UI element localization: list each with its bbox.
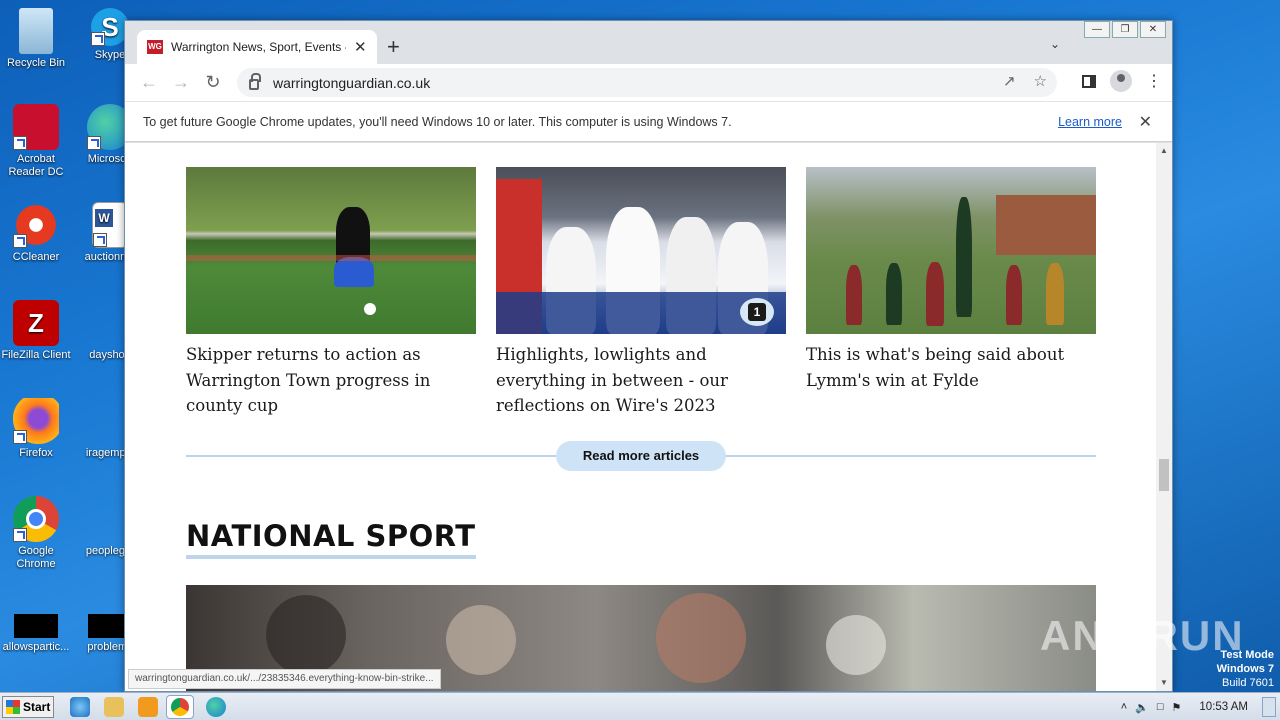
reload-button[interactable]: ↻ [197,72,229,93]
learn-more-link[interactable]: Learn more [1058,115,1122,129]
scroll-thumb[interactable] [1159,459,1169,491]
action-center-flag-icon[interactable]: ⚑ [1172,701,1182,714]
update-infobar: To get future Google Chrome updates, you… [125,101,1172,142]
scroll-up-arrow-icon[interactable]: ▲ [1156,143,1172,159]
bookmark-star-icon[interactable]: ☆ [1034,72,1047,90]
chrome-taskbar-icon[interactable] [166,695,194,719]
show-desktop-button[interactable] [1262,697,1276,717]
browser-window: — ❐ ✕ WG Warrington News, Sport, Events … [124,20,1173,692]
ccleaner-icon[interactable]: CCleaner [0,202,74,264]
close-window-button[interactable]: ✕ [1140,21,1166,38]
article-card[interactable]: This is what's being said about Lymm's w… [806,167,1096,393]
article-card[interactable]: 1 Highlights, lowlights and everything i… [496,167,786,419]
article-image[interactable] [806,167,1096,334]
url-text[interactable]: warringtonguardian.co.uk [273,75,430,91]
profile-avatar-icon[interactable] [1110,70,1132,92]
windows-flag-icon [6,700,20,714]
infobar-message: To get future Google Chrome updates, you… [143,114,732,129]
lock-icon[interactable] [249,73,261,90]
browser-toolbar: ← → ↻ warringtonguardian.co.uk ↗ ☆ ⋮ [125,64,1172,101]
share-icon[interactable]: ↗ [1003,72,1016,90]
acrobat-icon[interactable]: Acrobat Reader DC [0,104,74,179]
media-player-taskbar-icon[interactable] [138,697,158,717]
taskbar: Start ˄ 🔈 □ ⚑ 10:53 AM [0,692,1280,720]
article-image[interactable] [186,167,476,334]
address-bar[interactable]: warringtonguardian.co.uk ↗ ☆ [237,68,1057,97]
test-mode-label: Test Mode Windows 7 Build 7601 [1216,649,1274,689]
section-title: NATIONAL SPORT [186,519,476,559]
article-headline[interactable]: This is what's being said about Lymm's w… [806,342,1096,393]
firefox-icon[interactable]: Firefox [0,398,74,460]
volume-icon[interactable]: 🔈 [1135,701,1149,714]
tab-title: Warrington News, Sport, Events - W [171,40,346,54]
article-image[interactable]: 1 [496,167,786,334]
tab-search-chevron-icon[interactable]: ⌄ [1050,37,1060,51]
article-headline[interactable]: Highlights, lowlights and everything in … [496,342,786,419]
link-status-bar: warringtonguardian.co.uk/.../23835346.ev… [128,669,441,689]
explorer-taskbar-icon[interactable] [104,697,124,717]
page-scrollbar[interactable]: ▲ ▼ [1156,143,1172,691]
new-tab-button[interactable]: + [387,34,400,60]
filezilla-icon[interactable]: Z FileZilla Client [0,300,74,362]
read-more-button[interactable]: Read more articles [556,441,726,471]
web-page: Skipper returns to action as Warrington … [125,143,1156,691]
anyrun-watermark: ANY RUN [1040,612,1245,659]
forward-button[interactable]: → [165,72,197,93]
recycle-bin-icon[interactable]: Recycle Bin [0,8,74,70]
infobar-close-icon[interactable]: ✕ [1139,112,1152,132]
chrome-icon[interactable]: Google Chrome [0,496,74,571]
ie-taskbar-icon[interactable] [70,697,90,717]
edge-taskbar-icon[interactable] [206,697,226,717]
window-controls: — ❐ ✕ [1084,21,1166,38]
minimize-button[interactable]: — [1084,21,1110,38]
side-panel-icon[interactable] [1082,74,1096,88]
tab-warrington-guardian[interactable]: WG Warrington News, Sport, Events - W ✕ [137,30,377,64]
tray-expand-icon[interactable]: ˄ [1121,701,1127,713]
black-file-icon[interactable]: allowspartic... [0,614,74,654]
scroll-down-arrow-icon[interactable]: ▼ [1156,675,1172,691]
article-card[interactable]: Skipper returns to action as Warrington … [186,167,476,419]
network-icon[interactable]: □ [1157,701,1164,713]
article-headline[interactable]: Skipper returns to action as Warrington … [186,342,476,419]
site-favicon: WG [147,40,163,54]
comment-count-badge[interactable]: 1 [740,298,774,326]
taskbar-clock[interactable]: 10:53 AM [1199,701,1248,713]
menu-kebab-icon[interactable]: ⋮ [1146,71,1162,91]
system-tray: ˄ 🔈 □ ⚑ 10:53 AM [1121,693,1280,720]
restore-button[interactable]: ❐ [1112,21,1138,38]
back-button[interactable]: ← [133,72,165,93]
tab-close-icon[interactable]: ✕ [354,38,367,56]
start-button[interactable]: Start [2,696,54,718]
